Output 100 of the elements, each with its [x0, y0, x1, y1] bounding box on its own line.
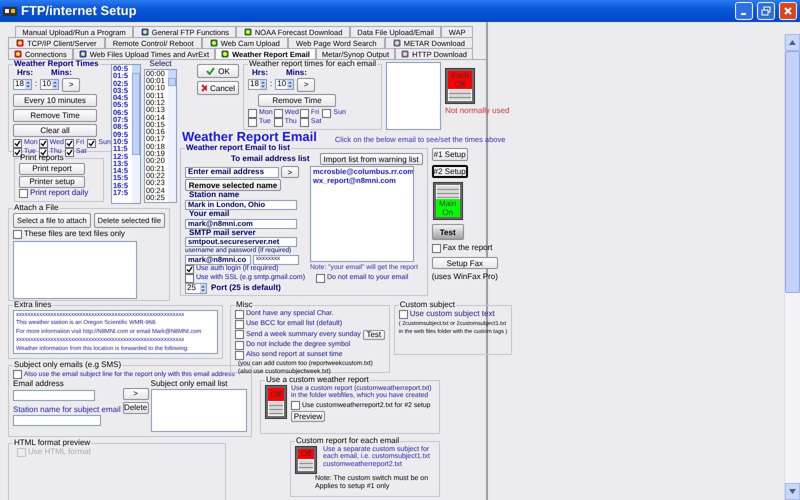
checkbox[interactable] — [87, 138, 96, 148]
checkbox[interactable] — [13, 138, 22, 148]
cancel-button[interactable]: Cancel — [197, 81, 239, 95]
scrollbar[interactable] — [784, 34, 800, 500]
print-button[interactable]: Print report — [19, 162, 85, 175]
toggle-switch[interactable]: Main On — [432, 182, 463, 220]
time-separator: : — [35, 80, 38, 89]
checkbox[interactable] — [13, 370, 22, 379]
checkbox[interactable] — [64, 148, 74, 157]
group-title: HTML format preview — [13, 439, 92, 448]
scrollbar[interactable] — [132, 65, 140, 203]
checkbox[interactable] — [13, 230, 22, 239]
setup-button[interactable]: #1 Setup — [432, 148, 468, 162]
spin-field[interactable]: 18 — [13, 79, 32, 90]
scrollbar[interactable] — [168, 70, 176, 202]
setup-fax-button[interactable]: Setup Fax — [432, 257, 498, 270]
print-button[interactable]: Printer setup — [19, 176, 85, 188]
spin-arrows-icon[interactable] — [52, 80, 58, 90]
station-field[interactable] — [13, 415, 101, 426]
test-button[interactable]: Test — [362, 330, 385, 340]
checkbox[interactable] — [274, 108, 283, 118]
add-email-button[interactable]: > — [122, 388, 149, 400]
spin-field[interactable]: 10 — [275, 79, 294, 90]
remove-name-button[interactable]: Remove selected name — [185, 179, 281, 192]
checkbox[interactable] — [38, 138, 48, 148]
checkbox[interactable] — [316, 274, 325, 283]
checkbox[interactable] — [64, 138, 74, 148]
minutes-label: Mins: — [286, 68, 307, 78]
checkbox-label: Fax the report — [442, 244, 492, 254]
checkbox-label: Print report daily — [30, 188, 88, 198]
fax-note: (uses WinFax Pro) — [432, 273, 498, 282]
import-button[interactable]: Import list from warning list — [320, 153, 423, 166]
checkbox[interactable] — [19, 188, 28, 198]
checkbox[interactable] — [291, 400, 300, 410]
spin-arrows-icon[interactable] — [25, 80, 31, 90]
text-area[interactable] — [13, 310, 218, 354]
add-time-button[interactable]: > — [297, 78, 316, 92]
group-title: Attach a File — [13, 204, 60, 213]
group-title: Custom subject — [398, 301, 456, 310]
spin-field[interactable]: 18 — [248, 79, 267, 90]
time-button[interactable]: Clear all — [13, 124, 97, 137]
checkbox[interactable] — [38, 148, 48, 157]
hours-label: Hrs: — [252, 68, 268, 78]
tab-icon — [16, 39, 24, 47]
group-title: Weather report times for each email — [248, 60, 378, 69]
close-icon — [201, 84, 208, 92]
checkbox[interactable] — [235, 330, 244, 340]
close-button[interactable] — [779, 2, 797, 20]
email-field[interactable]: Enter email address — [185, 166, 279, 178]
section-heading: Weather Report Email — [182, 130, 317, 144]
arrow-down-icon[interactable] — [789, 489, 796, 494]
checkbox[interactable] — [322, 108, 332, 118]
spin-arrows-icon[interactable] — [260, 80, 266, 90]
checkbox[interactable] — [248, 108, 257, 118]
field-label: SMTP mail server — [189, 228, 257, 238]
checkbox[interactable] — [235, 340, 244, 350]
group-title: Misc — [235, 301, 254, 310]
minimize-button[interactable] — [735, 2, 753, 20]
delete-button[interactable]: Delete — [122, 402, 149, 414]
time-list[interactable] — [386, 62, 442, 130]
group-title: Subject only emails (e.g SMS) — [13, 361, 122, 370]
tab-icon — [14, 50, 22, 58]
app-icon — [3, 5, 17, 17]
warning-text: Not normally used — [445, 107, 510, 116]
add-email-button[interactable]: > — [281, 166, 299, 178]
file-list[interactable] — [13, 240, 137, 299]
spin-field[interactable]: 10 — [40, 79, 60, 90]
checkbox[interactable] — [432, 244, 441, 254]
hours-label: Hrs: — [17, 68, 34, 78]
add-time-button[interactable]: > — [62, 78, 80, 92]
email-list[interactable] — [150, 388, 247, 432]
checkbox[interactable] — [235, 320, 244, 329]
spin-field[interactable]: 25 — [185, 282, 207, 294]
checkbox[interactable] — [398, 310, 408, 319]
checkbox[interactable] — [235, 350, 244, 360]
checkbox[interactable] — [300, 108, 309, 118]
close-icon — [783, 6, 793, 16]
spin-arrows-icon[interactable] — [287, 80, 294, 90]
time-button[interactable]: Remove Time — [13, 108, 97, 122]
restore-button[interactable] — [757, 2, 775, 20]
checkbox-label: Use HTML format — [28, 448, 91, 457]
preview-button[interactable]: Preview — [291, 410, 325, 422]
checkbox[interactable] — [300, 118, 309, 127]
tab-icon — [78, 50, 87, 58]
setup-button[interactable]: #2 Setup — [432, 165, 468, 178]
email-field[interactable] — [13, 390, 95, 401]
checkbox[interactable] — [235, 310, 244, 319]
test-button[interactable]: Test — [432, 224, 464, 240]
tab-icon — [140, 28, 149, 36]
checkmark-icon — [206, 67, 216, 75]
checkbox[interactable] — [274, 118, 283, 127]
remove-time-button[interactable]: Remove Time — [258, 94, 336, 107]
list-label: Subject only email list — [150, 380, 229, 389]
ok-button[interactable]: OK — [197, 64, 239, 78]
group-title: Weather report Email to list — [185, 144, 291, 154]
tab-icon — [221, 50, 230, 58]
arrow-up-icon[interactable] — [789, 40, 796, 45]
group-title: Weather Report Times — [13, 60, 100, 69]
spin-arrows-icon[interactable] — [200, 284, 206, 293]
time-button[interactable]: Every 10 minutes — [13, 94, 97, 107]
